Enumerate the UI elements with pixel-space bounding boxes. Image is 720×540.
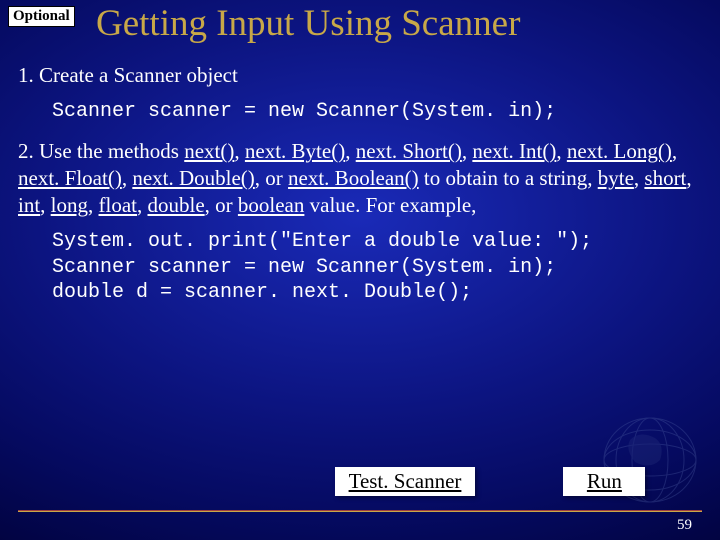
type-last: boolean bbox=[238, 193, 304, 217]
run-button[interactable]: Run bbox=[563, 467, 645, 496]
slide-title: Getting Input Using Scanner bbox=[96, 2, 520, 45]
step2-prefix: 2. Use the methods bbox=[18, 139, 184, 163]
type-2: int bbox=[18, 193, 40, 217]
code-block-1: Scanner scanner = new Scanner(System. in… bbox=[52, 99, 702, 125]
method-1: next. Byte() bbox=[245, 139, 345, 163]
content-area: 1. Create a Scanner object Scanner scann… bbox=[18, 62, 702, 320]
type-3: long bbox=[51, 193, 88, 217]
code2-line2: Scanner scanner = new Scanner(System. in… bbox=[52, 256, 556, 279]
type-0: byte bbox=[598, 166, 634, 190]
method-3: next. Int() bbox=[472, 139, 556, 163]
method-6: next. Double() bbox=[132, 166, 254, 190]
step-1-label: 1. Create a Scanner object bbox=[18, 62, 702, 89]
optional-badge: Optional bbox=[8, 6, 75, 27]
method-2: next. Short() bbox=[356, 139, 462, 163]
method-7: next. Boolean() bbox=[288, 166, 419, 190]
code2-line3: double d = scanner. next. Double(); bbox=[52, 281, 472, 304]
slide: Optional Getting Input Using Scanner 1. … bbox=[0, 0, 720, 540]
button-row: Test. Scanner Run bbox=[0, 467, 720, 496]
method-5: next. Float() bbox=[18, 166, 122, 190]
code-block-2: System. out. print("Enter a double value… bbox=[52, 229, 702, 306]
method-0: next() bbox=[184, 139, 234, 163]
step2-suffix: value. For example, bbox=[304, 193, 476, 217]
step2-mid: to obtain to a string, bbox=[419, 166, 598, 190]
type-1: short bbox=[644, 166, 686, 190]
method-4: next. Long() bbox=[567, 139, 672, 163]
type-5: double bbox=[148, 193, 205, 217]
test-scanner-button[interactable]: Test. Scanner bbox=[335, 467, 476, 496]
divider-line bbox=[18, 510, 702, 512]
type-4: float bbox=[99, 193, 137, 217]
page-number: 59 bbox=[677, 517, 692, 534]
code2-line1: System. out. print("Enter a double value… bbox=[52, 230, 592, 253]
step2-or: , or bbox=[205, 193, 238, 217]
step-2-text: 2. Use the methods next(), next. Byte(),… bbox=[18, 138, 702, 219]
